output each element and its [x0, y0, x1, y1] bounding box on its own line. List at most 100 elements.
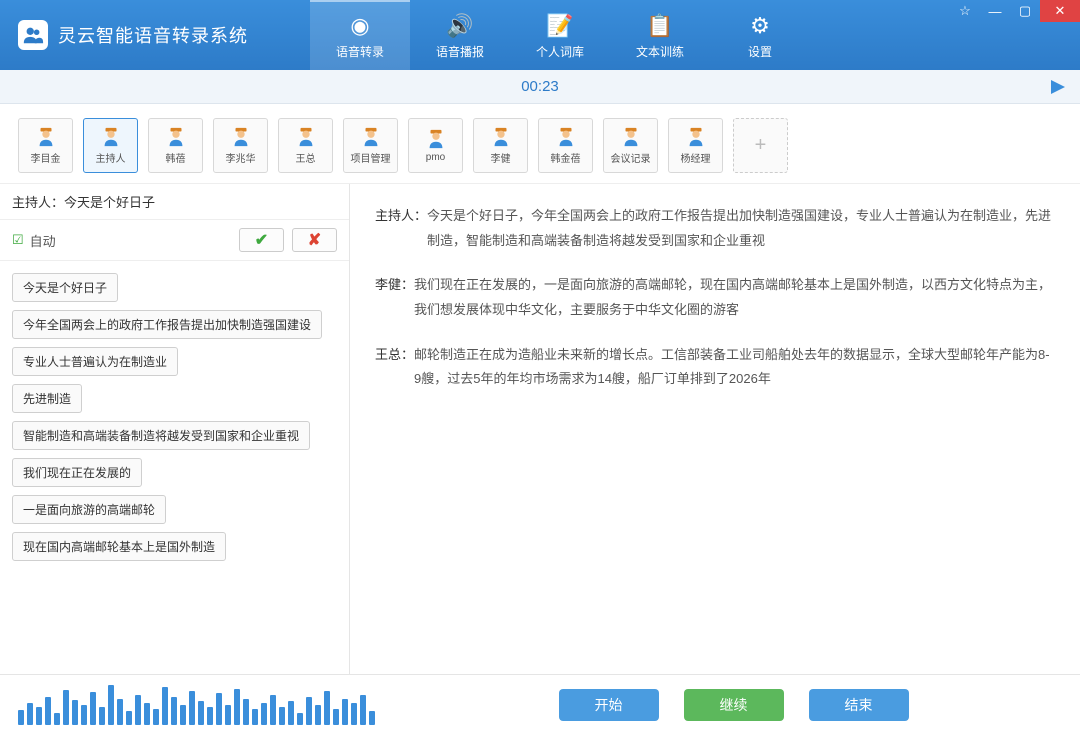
- speaker-name: pmo: [426, 152, 445, 163]
- waveform-bar: [180, 705, 186, 725]
- reject-button[interactable]: ✘: [292, 228, 337, 252]
- waveform-bar: [72, 700, 78, 725]
- timer-value: 00:23: [521, 78, 559, 95]
- speaker-item[interactable]: 韩金蓓: [538, 118, 593, 173]
- doc-icon: 📝: [546, 13, 573, 39]
- record-icon: ◉: [350, 13, 369, 39]
- window-maximize-button[interactable]: ▢: [1010, 0, 1040, 22]
- phrase-item[interactable]: 先进制造: [12, 384, 82, 413]
- waveform-bar: [243, 699, 249, 725]
- auto-toggle[interactable]: ☑ 自动: [12, 231, 56, 250]
- nav-tabs: ◉ 语音转录 🔊 语音播报 📝 个人词库 📋 文本训练 ⚙ 设置: [310, 0, 810, 70]
- speaker-item[interactable]: 会议记录: [603, 118, 658, 173]
- nav-label: 个人词库: [536, 43, 584, 60]
- waveform-bar: [135, 695, 141, 725]
- start-button[interactable]: 开始: [559, 689, 659, 721]
- avatar-icon: [620, 126, 642, 148]
- nav-tab-broadcast[interactable]: 🔊 语音播报: [410, 0, 510, 70]
- phrase-item[interactable]: 专业人士普遍认为在制造业: [12, 347, 178, 376]
- speaker-name: 杨经理: [681, 150, 711, 165]
- speaker-name: 会议记录: [611, 150, 651, 165]
- speaker-item[interactable]: 王总: [278, 118, 333, 173]
- check-icon: ☑: [12, 232, 24, 248]
- continue-button[interactable]: 继续: [684, 689, 784, 721]
- phrase-item[interactable]: 今年全国两会上的政府工作报告提出加快制造强国建设: [12, 310, 322, 339]
- transcript-text: 邮轮制造正在成为造船业未来新的增长点。工信部装备工业司船舶处去年的数据显示，全球…: [414, 343, 1055, 392]
- speaker-name: 李兆华: [226, 150, 256, 165]
- action-buttons: 开始 继续 结束: [405, 689, 1062, 721]
- current-input[interactable]: 主持人：今天是个好日子: [0, 184, 349, 220]
- transcript-panel: 主持人：今天是个好日子，今年全国两会上的政府工作报告提出加快制造强国建设，专业人…: [350, 184, 1080, 674]
- waveform: [18, 685, 375, 725]
- window-controls: ☆ — ▢ ✕: [950, 0, 1080, 22]
- waveform-bar: [261, 703, 267, 725]
- waveform-bar: [126, 711, 132, 725]
- timer-bar: 00:23: [0, 70, 1080, 104]
- speaker-item[interactable]: pmo: [408, 118, 463, 173]
- waveform-bar: [27, 703, 33, 725]
- waveform-bar: [45, 697, 51, 725]
- window-minimize-button[interactable]: —: [980, 0, 1010, 22]
- waveform-bar: [18, 710, 24, 725]
- waveform-bar: [63, 690, 69, 725]
- window-pin-button[interactable]: ☆: [950, 0, 980, 22]
- avatar-icon: [490, 126, 512, 148]
- phrase-item[interactable]: 今天是个好日子: [12, 273, 118, 302]
- speaker-item[interactable]: 韩蓓: [148, 118, 203, 173]
- avatar-icon: [425, 128, 447, 150]
- auto-actions: ✔ ✘: [239, 228, 337, 252]
- avatar-icon: [685, 126, 707, 148]
- waveform-bar: [324, 691, 330, 725]
- window-close-button[interactable]: ✕: [1040, 0, 1080, 22]
- footer: 开始 继续 结束: [0, 674, 1080, 734]
- waveform-bar: [351, 703, 357, 725]
- waveform-bar: [279, 707, 285, 725]
- avatar-icon: [165, 126, 187, 148]
- waveform-bar: [144, 703, 150, 725]
- phrase-item[interactable]: 现在国内高端邮轮基本上是国外制造: [12, 532, 226, 561]
- auto-label: 自动: [30, 231, 56, 250]
- waveform-bar: [99, 707, 105, 725]
- nav-label: 设置: [748, 43, 772, 60]
- waveform-bar: [171, 697, 177, 725]
- phrase-item[interactable]: 智能制造和高端装备制造将越发受到国家和企业重视: [12, 421, 310, 450]
- speaker-item[interactable]: 杨经理: [668, 118, 723, 173]
- add-speaker-button[interactable]: +: [733, 118, 788, 173]
- speaker-item[interactable]: 主持人: [83, 118, 138, 173]
- speaker-name: 韩金蓓: [551, 150, 581, 165]
- main-area: 主持人：今天是个好日子 ☑ 自动 ✔ ✘ 今天是个好日子今年全国两会上的政府工作…: [0, 184, 1080, 674]
- nav-tab-vocab[interactable]: 📝 个人词库: [510, 0, 610, 70]
- speaker-name: 李目金: [31, 150, 61, 165]
- waveform-bar: [36, 707, 42, 725]
- nav-label: 语音播报: [436, 43, 484, 60]
- nav-tab-settings[interactable]: ⚙ 设置: [710, 0, 810, 70]
- confirm-button[interactable]: ✔: [239, 228, 284, 252]
- waveform-bar: [153, 709, 159, 725]
- speaker-item[interactable]: 李兆华: [213, 118, 268, 173]
- speaker-name: 韩蓓: [166, 150, 186, 165]
- nav-tab-record[interactable]: ◉ 语音转录: [310, 0, 410, 70]
- speaker-item[interactable]: 项目管理: [343, 118, 398, 173]
- logo-area: 灵云智能语音转录系统: [0, 20, 300, 50]
- speaker-name: 王总: [296, 150, 316, 165]
- waveform-bar: [369, 711, 375, 725]
- waveform-bar: [288, 701, 294, 725]
- transcript-speaker: 李健：: [375, 273, 414, 322]
- avatar-icon: [100, 126, 122, 148]
- transcript-speaker: 主持人：: [375, 204, 427, 253]
- waveform-bar: [234, 689, 240, 725]
- phrase-list: 今天是个好日子今年全国两会上的政府工作报告提出加快制造强国建设专业人士普遍认为在…: [0, 261, 349, 573]
- speaker-item[interactable]: 李健: [473, 118, 528, 173]
- nav-tab-training[interactable]: 📋 文本训练: [610, 0, 710, 70]
- play-button[interactable]: [1048, 77, 1068, 97]
- end-button[interactable]: 结束: [809, 689, 909, 721]
- phrase-item[interactable]: 一是面向旅游的高端邮轮: [12, 495, 166, 524]
- phrase-item[interactable]: 我们现在正在发展的: [12, 458, 142, 487]
- transcript-text: 今天是个好日子，今年全国两会上的政府工作报告提出加快制造强国建设，专业人士普遍认…: [427, 204, 1055, 253]
- speaker-name: 李健: [491, 150, 511, 165]
- waveform-bar: [342, 699, 348, 725]
- speaker-name: 项目管理: [351, 150, 391, 165]
- logo-icon: [18, 20, 48, 50]
- transcript-row: 李健：我们现在正在发展的，一是面向旅游的高端邮轮，现在国内高端邮轮基本上是国外制…: [375, 273, 1055, 322]
- speaker-item[interactable]: 李目金: [18, 118, 73, 173]
